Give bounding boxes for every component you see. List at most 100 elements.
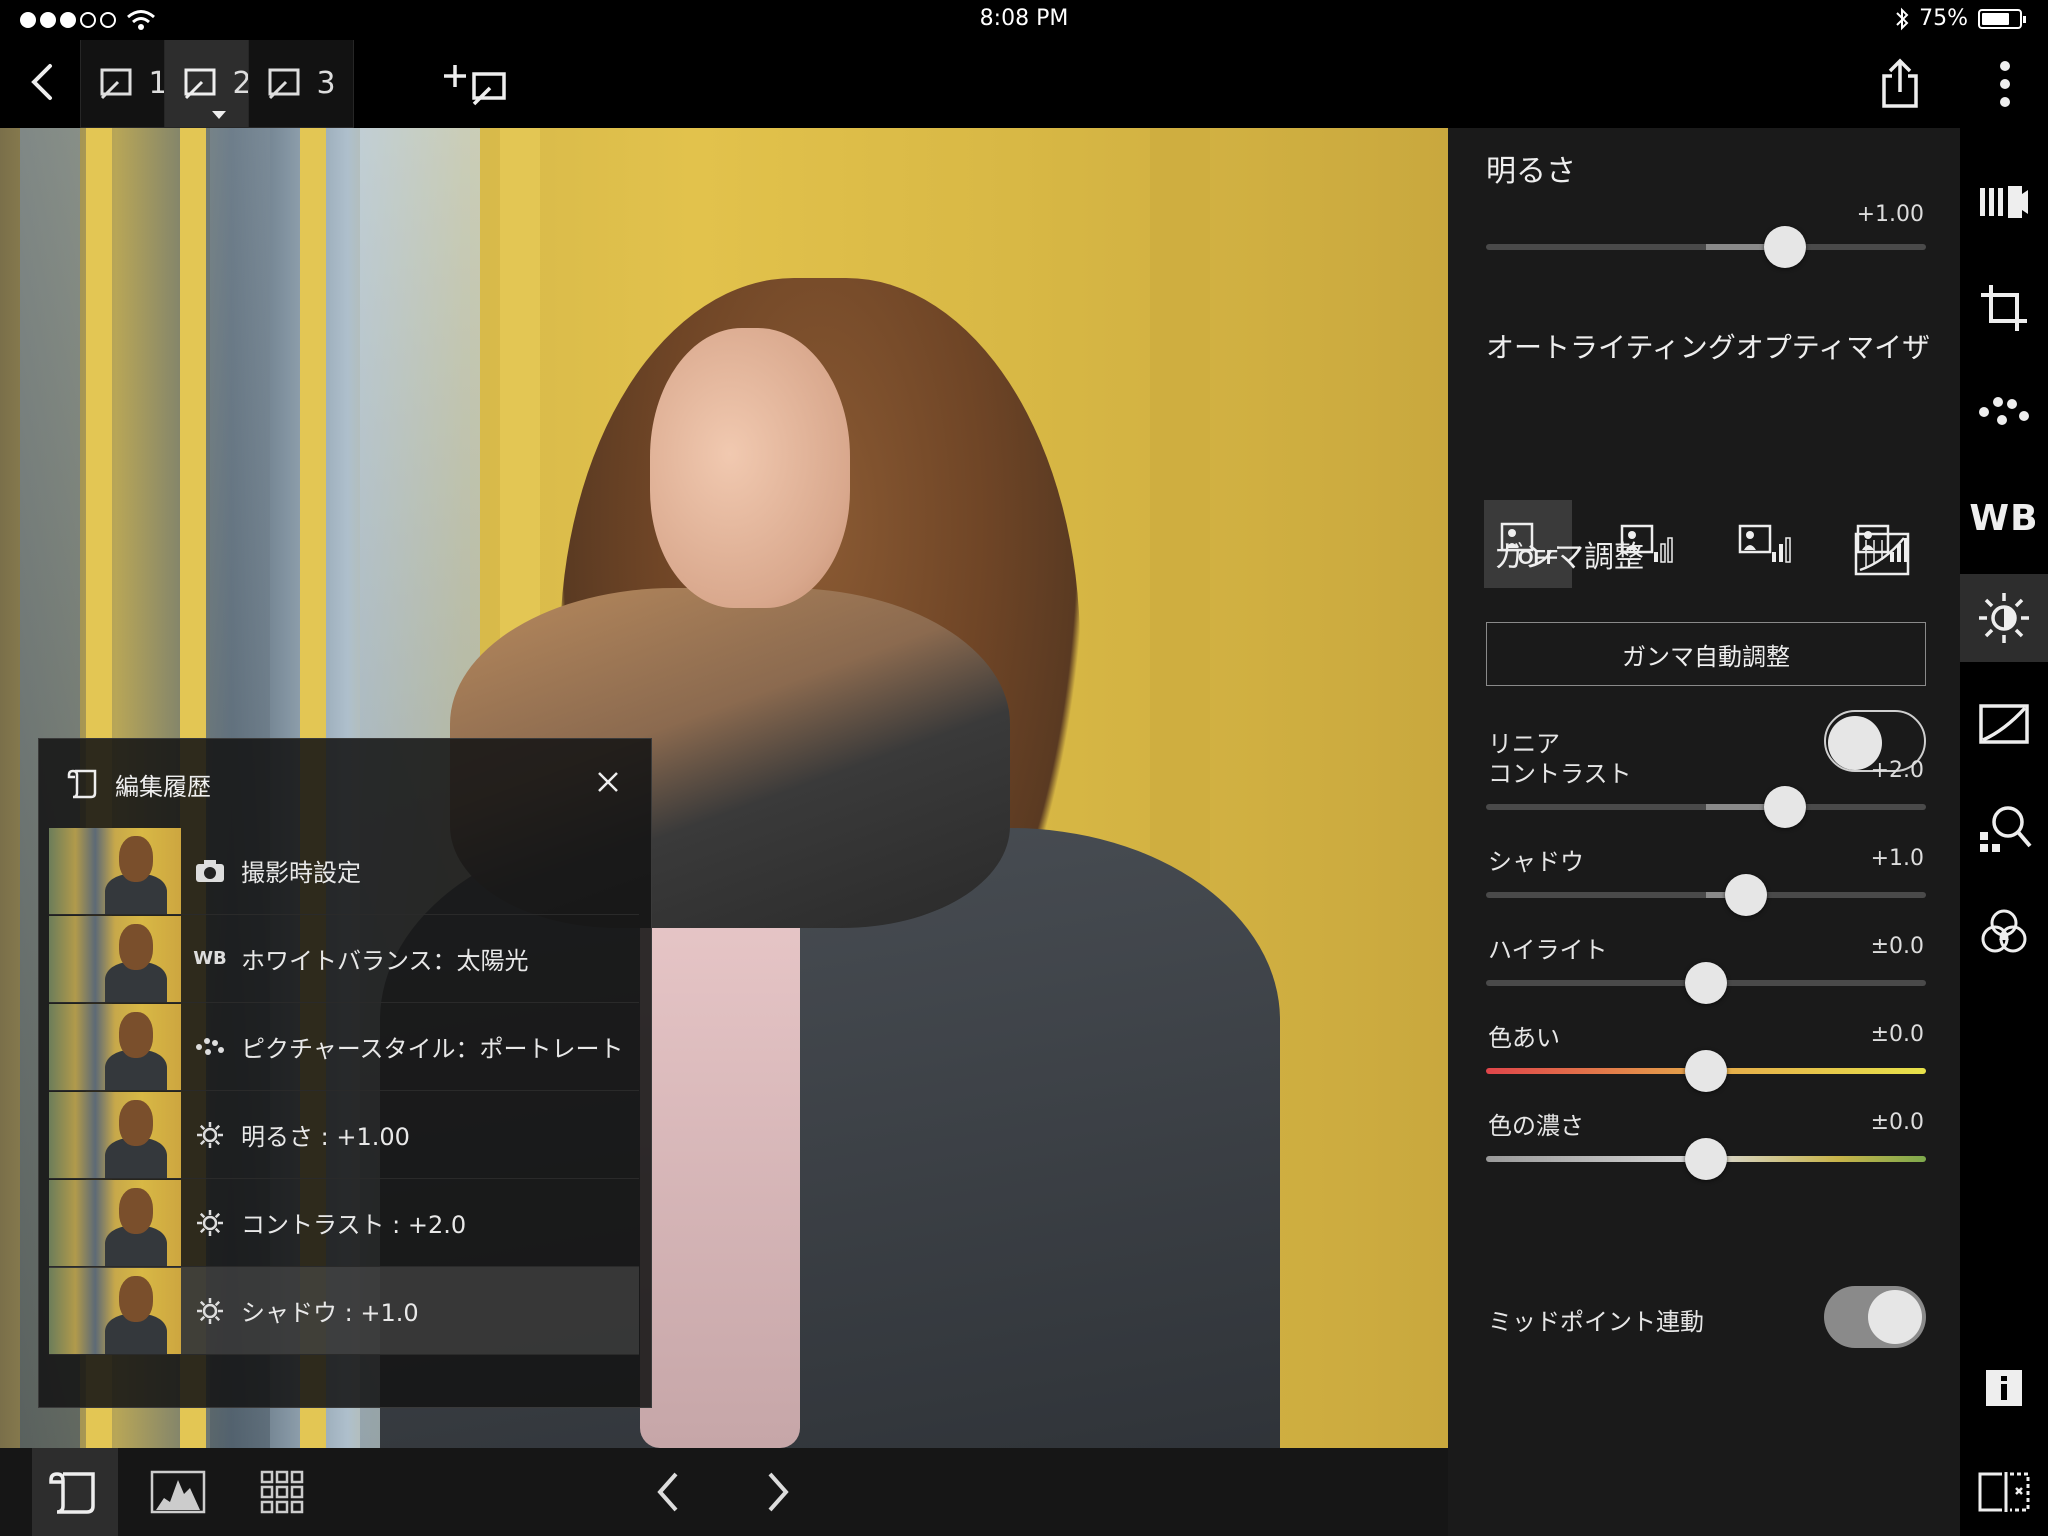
history-thumbnail [49,827,181,914]
wb-tool[interactable]: WB [1960,474,2048,562]
adjust-slider[interactable] [1486,1050,1926,1092]
curve-icon [1979,704,2029,744]
picture-style-icon [1979,397,2029,425]
slider-knob[interactable] [1685,962,1727,1004]
adjust-slider[interactable] [1486,874,1926,916]
bottom-toolbar [0,1448,1448,1536]
detail-tool[interactable] [1960,784,2048,872]
history-item[interactable]: 明るさ : +1.00 [49,1091,639,1179]
slider-label: コントラスト [1488,760,1632,788]
gamma-auto-button[interactable]: ガンマ自動調整 [1486,622,1926,686]
color-adjust-tool[interactable] [1960,888,2048,976]
slider-label: ハイライト [1488,936,1608,964]
slider-knob[interactable] [1685,1050,1727,1092]
slider-knob[interactable] [1764,226,1807,268]
add-edit-window-button[interactable] [440,60,512,108]
histogram-icon[interactable] [150,1468,206,1516]
chevron-down-icon [212,111,226,119]
brightness-value: +1.00 [1856,202,1924,227]
history-item[interactable]: 撮影時設定 [49,827,639,915]
midpoint-label: ミッドポイント連動 [1488,1308,1704,1336]
crop-tool[interactable] [1960,264,2048,352]
history-label: ピクチャースタイル：ポートレート [241,1035,624,1063]
edit-window-icon [184,68,216,99]
brightness-tool[interactable] [1960,574,2048,662]
tab-edit-3[interactable]: 3 [248,40,354,128]
edit-window-icon [268,68,300,99]
brightness-adjust-panel: 明るさ +1.00 オートライティングオプティマイザ OFF ガンマ調整 ガンマ… [1448,128,1960,1536]
history-thumbnail [49,1091,181,1178]
tone-strip-tool[interactable] [1960,158,2048,246]
alo-standard-button[interactable] [1720,500,1808,588]
history-item[interactable]: コントラスト : +2.0 [49,1179,639,1267]
tab-number: 3 [316,66,336,101]
slider-label: 色あい [1488,1024,1560,1052]
history-item[interactable]: ピクチャースタイル：ポートレート [49,1003,639,1091]
history-label: 撮影時設定 [241,859,361,887]
back-icon[interactable] [22,60,66,104]
slider-knob[interactable] [1724,874,1767,916]
adjust-slider[interactable] [1486,962,1926,1004]
history-item[interactable]: WB ホワイトバランス：太陽光 [49,915,639,1003]
crop-icon [1981,285,2027,331]
history-thumbnail [49,1179,181,1266]
brightness-icon [1979,593,2029,643]
tone-curve-strip-icon [1980,186,2028,218]
picture-style-tool[interactable] [1960,368,2048,456]
share-icon[interactable] [1878,58,1922,110]
history-toggle-button[interactable] [32,1448,118,1536]
previous-image-icon[interactable] [650,1468,686,1516]
history-scroll-icon [49,1472,95,1514]
history-label: 明るさ : +1.00 [241,1123,410,1151]
slider-label: シャドウ [1488,848,1584,876]
history-label: シャドウ : +1.0 [241,1299,419,1327]
close-icon[interactable] [593,767,623,797]
history-label: ホワイトバランス：太陽光 [241,947,529,975]
grid-view-icon[interactable] [258,1468,306,1516]
wb-icon: WB [193,948,227,969]
edit-history-panel: 編集履歴 撮影時設定 WB ホワイトバランス：太陽光 ピクチャースタイル：ポート… [38,738,652,1408]
top-toolbar: 1 2 3 [0,40,2048,128]
midpoint-toggle[interactable] [1824,1286,1926,1348]
brightness-icon [197,1209,223,1236]
slider-value: ±0.0 [1870,934,1924,959]
brightness-title: 明るさ [1486,154,1576,189]
wb-icon: WB [1969,497,2039,539]
bluetooth-icon [1896,7,1909,30]
slider-value: +1.0 [1870,846,1924,871]
brightness-icon [197,1297,223,1324]
history-item-selected[interactable]: シャドウ : +1.0 [49,1267,639,1355]
brightness-icon [197,1121,223,1148]
slider-value: ±0.0 [1870,1110,1924,1135]
picture-style-icon [196,1037,224,1055]
history-thumbnail [49,1003,181,1090]
info-tool[interactable] [1960,1344,2048,1432]
tool-rail: WB [1960,128,2048,1536]
more-options-icon[interactable] [1990,58,2020,110]
detail-zoom-icon [1980,806,2032,852]
compare-icon [1978,1472,2030,1512]
history-label: コントラスト : +2.0 [241,1211,467,1239]
slider-value: ±0.0 [1870,1022,1924,1047]
battery-percent: 75% [1919,6,1968,31]
history-scroll-icon [67,769,97,799]
alo-title: オートライティングオプティマイザ [1486,331,1931,364]
slider-label: 色の濃さ [1488,1112,1584,1140]
info-icon [1986,1370,2022,1406]
adjust-slider[interactable] [1486,786,1926,828]
status-bar: 8:08 PM 75% [0,0,2048,40]
brightness-slider[interactable] [1486,226,1926,268]
next-image-icon[interactable] [760,1468,796,1516]
color-adjust-icon [1981,909,2027,953]
slider-value: +2.0 [1870,758,1924,783]
edit-window-icon [100,68,132,99]
adjust-slider[interactable] [1486,1138,1926,1180]
camera-icon [196,859,224,882]
gamma-title: ガンマ調整 [1494,540,1644,575]
compare-tool[interactable] [1960,1448,2048,1536]
gamma-curve-icon[interactable] [1854,532,1910,576]
slider-knob[interactable] [1685,1138,1727,1180]
tone-curve-tool[interactable] [1960,680,2048,768]
slider-knob[interactable] [1764,786,1807,828]
battery-icon [1978,8,2026,29]
